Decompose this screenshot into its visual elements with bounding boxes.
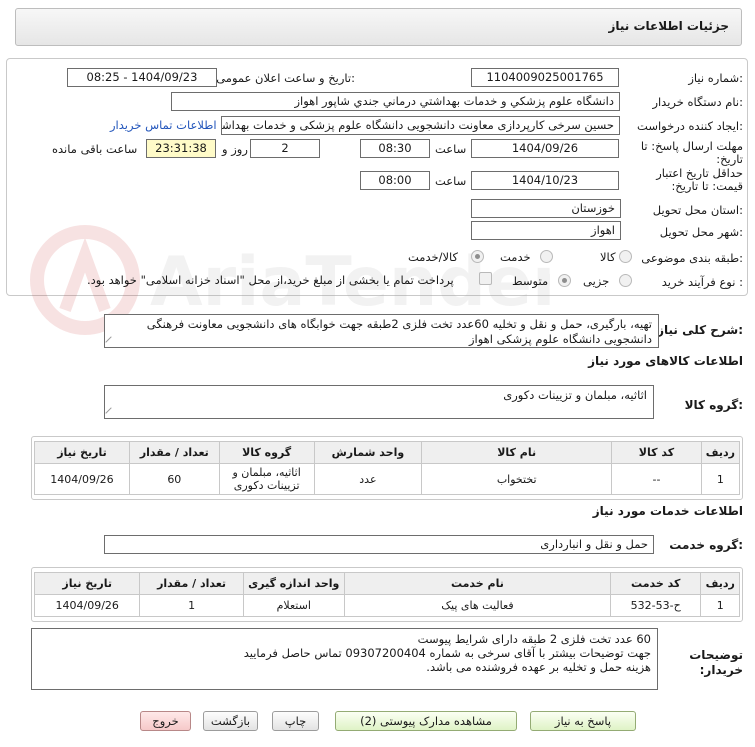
- table-row[interactable]: 1 -- تختخواب عدد اثاثیه، مبلمان و تزیینا…: [34, 463, 741, 495]
- goods-cell-unit: عدد: [313, 463, 423, 495]
- category-option-both-label: کالا/خدمت: [408, 250, 459, 264]
- process-minor-radio[interactable]: [619, 274, 632, 287]
- goods-col-row: ردیف: [700, 441, 741, 464]
- goods-cell-name: تختخواب: [421, 463, 613, 495]
- page-header: جزئیات اطلاعات نیاز: [15, 8, 742, 46]
- services-cell-date: 1404/09/26: [33, 594, 141, 617]
- services-section-title: اطلاعات خدمات مورد نیاز: [592, 504, 743, 518]
- process-medium-radio[interactable]: [558, 274, 571, 287]
- services-col-code: کد خدمت: [609, 572, 702, 595]
- services-cell-code: ح-53-532: [609, 594, 702, 617]
- category-both-radio[interactable]: [471, 250, 484, 263]
- category-option-goods-label: کالا: [600, 250, 616, 264]
- deadline-time-field: 08:30: [360, 139, 430, 158]
- process-option-medium-label: متوسط: [512, 274, 549, 288]
- goods-col-date: تاریخ نیاز: [34, 441, 130, 464]
- goods-cell-row: 1: [700, 463, 741, 495]
- category-label: طبقه بندی موضوعی:: [641, 251, 743, 265]
- services-cell-row: 1: [700, 594, 740, 617]
- validity-time-field: 08:00: [360, 171, 430, 190]
- deadline-time-label: ساعت: [435, 142, 467, 156]
- treasury-checkbox[interactable]: [479, 272, 492, 285]
- summary-text-content: تهیه، بارگیری، حمل و نقل و تخلیه 60عدد ت…: [146, 317, 652, 346]
- services-col-qty: تعداد / مقدار: [139, 572, 244, 595]
- buyer-notes-line-1: 60 عدد تخت فلزی 2 طبقه دارای شرایط پیوست: [417, 632, 651, 646]
- services-group-box: حمل و نقل و انبارداری: [104, 535, 654, 554]
- exit-button[interactable]: خروج: [140, 711, 191, 731]
- goods-col-name: نام کالا: [421, 441, 613, 464]
- deadline-label: مهلت ارسال پاسخ: تا تاریخ:: [640, 139, 743, 166]
- services-group-label: گروه خدمت:: [669, 538, 743, 552]
- goods-table: ردیف کد کالا نام کالا واحد شمارش گروه کا…: [34, 441, 741, 495]
- goods-section-title: اطلاعات کالاهای مورد نیاز: [588, 354, 743, 368]
- province-label: استان محل تحویل:: [652, 203, 743, 217]
- buyer-org-label: نام دستگاه خریدار:: [652, 95, 743, 109]
- process-option-minor-label: جزیی: [583, 274, 610, 288]
- back-button[interactable]: بازگشت: [203, 711, 258, 731]
- goods-cell-code: --: [611, 463, 702, 495]
- days-label: روز و: [222, 142, 248, 156]
- category-goods-radio[interactable]: [619, 250, 632, 263]
- validity-time-label: ساعت: [435, 174, 467, 188]
- resize-handle-icon[interactable]: [105, 407, 117, 419]
- goods-cell-date: 1404/09/26: [34, 463, 130, 495]
- resize-handle-icon[interactable]: [105, 336, 117, 348]
- services-table-header-row: ردیف کد خدمت نام خدمت واحد اندازه گیری ت…: [33, 572, 740, 595]
- goods-group-label: گروه کالا:: [684, 398, 743, 412]
- services-cell-name: فعالیت های پیک: [343, 594, 611, 617]
- services-col-name: نام خدمت: [343, 572, 611, 595]
- category-service-radio[interactable]: [540, 250, 553, 263]
- services-cell-qty: 1: [139, 594, 244, 617]
- table-row[interactable]: 1 ح-53-532 فعالیت های پیک استعلام 1 1404…: [33, 594, 740, 617]
- goods-group-value: اثاثیه، مبلمان و تزیینات دکوری: [503, 388, 647, 402]
- page-title: جزئیات اطلاعات نیاز: [608, 19, 729, 33]
- goods-group-box: اثاثیه، مبلمان و تزیینات دکوری: [104, 385, 654, 419]
- goods-col-unit: واحد شمارش: [313, 441, 423, 464]
- services-table: ردیف کد خدمت نام خدمت واحد اندازه گیری ت…: [33, 572, 740, 617]
- view-attachments-button[interactable]: مشاهده مدارک پیوستی (2): [335, 711, 517, 731]
- requester-field: حسین سرخی کارپردازی معاونت دانشجویی دانش…: [221, 116, 620, 135]
- goods-table-header-row: ردیف کد کالا نام کالا واحد شمارش گروه کا…: [34, 441, 741, 464]
- buyer-org-field: دانشگاه علوم پزشكي و خدمات بهداشتي درمان…: [171, 92, 620, 111]
- category-option-service-label: خدمت: [500, 250, 531, 264]
- summary-text: تهیه، بارگیری، حمل و نقل و تخلیه 60عدد ت…: [104, 314, 659, 348]
- buyer-notes-line-3: هزینه حمل و تخلیه بر عهده فروشنده می باش…: [426, 660, 651, 674]
- buyer-contact-link[interactable]: اطلاعات تماس خریدار: [110, 118, 217, 132]
- city-label: شهر محل تحویل:: [659, 225, 743, 239]
- remaining-time-field: 23:31:38: [146, 139, 216, 158]
- validity-label: حداقل تاریخ اعتبار قیمت: تا تاریخ:: [656, 166, 743, 193]
- reply-button[interactable]: پاسخ به نیاز: [530, 711, 636, 731]
- services-col-unit: واحد اندازه گیری: [242, 572, 345, 595]
- print-button[interactable]: چاپ: [272, 711, 319, 731]
- city-field: اهواز: [471, 221, 621, 240]
- goods-cell-group: اثاثیه، مبلمان و تزیینات دکوری: [218, 463, 315, 495]
- days-count-field: 2: [250, 139, 320, 158]
- summary-label: شرح کلی نیاز:: [657, 323, 743, 337]
- need-number-label: شماره نیاز:: [688, 71, 743, 85]
- goods-cell-qty: 60: [128, 463, 220, 495]
- services-cell-unit: استعلام: [242, 594, 345, 617]
- goods-col-code: کد کالا: [611, 441, 702, 464]
- requester-label: ایجاد کننده درخواست:: [637, 119, 743, 133]
- process-label: نوع فرآیند خرید :: [661, 275, 743, 289]
- goods-col-qty: تعداد / مقدار: [128, 441, 220, 464]
- treasury-note: پرداخت تمام یا بخشی از مبلغ خرید،از محل …: [87, 273, 454, 287]
- services-col-row: ردیف: [700, 572, 740, 595]
- validity-date-field: 1404/10/23: [471, 171, 619, 190]
- goods-col-group: گروه کالا: [218, 441, 315, 464]
- announce-datetime-field: 1404/09/23 - 08:25: [67, 68, 217, 87]
- services-col-date: تاریخ نیاز: [33, 572, 141, 595]
- announce-label: تاریخ و ساعت اعلان عمومی:: [216, 71, 355, 85]
- remaining-time-label: ساعت باقی مانده: [52, 142, 138, 156]
- need-number-field: 1104009025001765: [471, 68, 619, 87]
- deadline-date-field: 1404/09/26: [471, 139, 619, 158]
- buyer-notes-line-2: جهت توضیحات بیشتر با آقای سرخی به شماره …: [243, 646, 651, 660]
- buyer-notes-label: توضیحات خریدار:: [689, 648, 743, 677]
- buyer-notes-box: 60 عدد تخت فلزی 2 طبقه دارای شرایط پیوست…: [31, 628, 658, 690]
- province-field: خوزستان: [471, 199, 621, 218]
